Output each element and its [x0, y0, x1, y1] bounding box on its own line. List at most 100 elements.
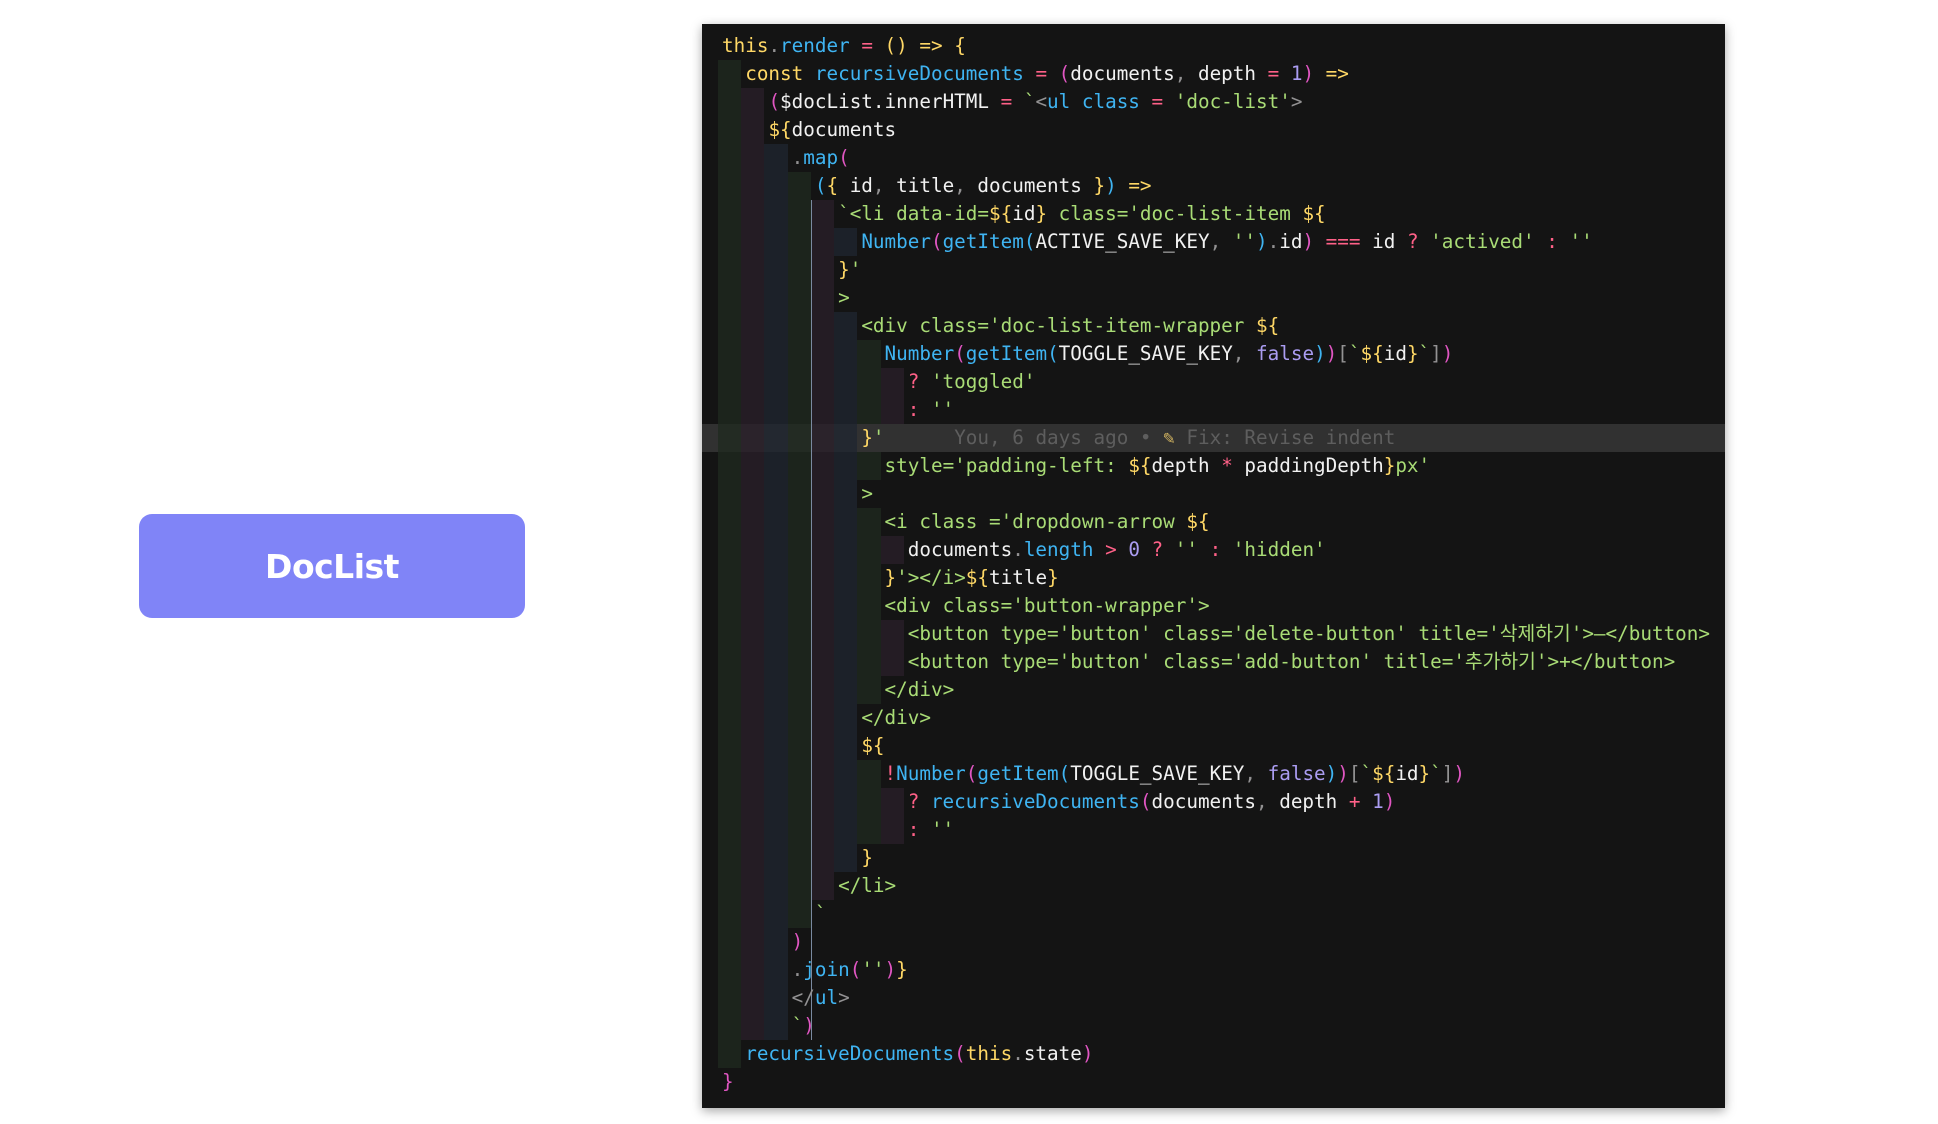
- code-token: title: [884, 174, 955, 197]
- code-token: }: [1418, 762, 1431, 785]
- code-token: length: [1023, 538, 1094, 561]
- code-line: Number(getItem(ACTIVE_SAVE_KEY, '').id) …: [722, 228, 1725, 256]
- code-token: (: [1139, 790, 1152, 813]
- code-token: recursiveDocuments: [745, 1042, 955, 1065]
- code-token: </div>: [884, 678, 955, 701]
- code-token: {: [826, 174, 839, 197]
- code-token: (: [849, 958, 862, 981]
- code-token: }: [1035, 202, 1048, 225]
- code-token: }: [884, 566, 897, 589]
- code-line: style='padding-left: ${depth * paddingDe…: [722, 452, 1725, 480]
- code-token: id: [1279, 230, 1303, 253]
- code-token: '></i>: [896, 566, 966, 589]
- code-token: ': [872, 426, 885, 449]
- code-token: 'actived': [1430, 230, 1535, 253]
- code-token: }: [861, 426, 873, 449]
- code-token: `<li data-id=: [838, 202, 990, 225]
- code-token: ,: [1209, 230, 1222, 253]
- code-line: <button type='button' class='add-button'…: [722, 648, 1725, 676]
- code-line: : '': [722, 816, 1725, 844]
- code-token: (: [1023, 230, 1036, 253]
- code-token: ): [1302, 62, 1315, 85]
- code-token: '': [930, 818, 955, 841]
- code-token: class: [1081, 90, 1140, 113]
- code-token: false: [1256, 342, 1315, 365]
- code-token: ?: [907, 790, 920, 813]
- code-token: >: [838, 986, 850, 1009]
- code-token: =>: [1128, 174, 1152, 197]
- code-token: ul: [814, 986, 839, 1009]
- code-token: 1: [1372, 790, 1384, 813]
- code-token: (: [814, 174, 827, 197]
- code-token: .: [791, 958, 804, 981]
- code-token: ===: [1325, 230, 1361, 253]
- code-token: <button type='button' class='delete-butt…: [907, 622, 1711, 645]
- code-line: }': [722, 256, 1725, 284]
- code-token: .: [1012, 538, 1024, 561]
- code-token: `: [814, 902, 827, 925]
- code-token: `: [1348, 342, 1361, 365]
- code-line: >: [722, 284, 1725, 312]
- code-token: ): [1314, 342, 1326, 365]
- code-line: ): [722, 928, 1725, 956]
- code-token: +: [1348, 790, 1361, 813]
- code-editor-panel[interactable]: this.render = () => { const recursiveDoc…: [702, 24, 1725, 1108]
- code-token: 'hidden': [1232, 538, 1326, 561]
- code-token: (: [884, 34, 897, 57]
- code-line: ($docList.innerHTML = `<ul class = 'doc-…: [722, 88, 1725, 116]
- code-token: ${: [1302, 202, 1326, 225]
- code-token: >: [1105, 538, 1117, 561]
- code-token: ?: [1151, 538, 1164, 561]
- code-token: <: [1035, 90, 1048, 113]
- code-token: '': [861, 958, 885, 981]
- doclist-button[interactable]: DocList: [139, 514, 525, 618]
- code-lines[interactable]: this.render = () => { const recursiveDoc…: [722, 32, 1725, 1096]
- code-token: *: [1221, 454, 1233, 477]
- code-token: paddingDepth: [1232, 454, 1384, 477]
- code-token: .: [791, 146, 804, 169]
- code-token: Number: [896, 762, 966, 785]
- code-token: :: [1546, 230, 1558, 253]
- code-line: documents.length > 0 ? '' : 'hidden': [722, 536, 1725, 564]
- code-token: $docList.innerHTML: [780, 90, 1001, 113]
- code-token: getItem: [942, 230, 1024, 253]
- code-token: ): [803, 1014, 815, 1037]
- code-token: >: [861, 482, 873, 505]
- code-token: 'doc-list': [1174, 90, 1291, 113]
- code-token: ): [791, 930, 804, 953]
- code-token: `: [1360, 762, 1373, 785]
- code-token: (: [838, 146, 850, 169]
- code-line: }: [722, 1068, 1725, 1096]
- code-line: .join('')}: [722, 956, 1725, 984]
- code-token: id: [838, 174, 873, 197]
- code-token: <i class ='dropdown-arrow: [884, 510, 1187, 533]
- code-token: (: [930, 230, 943, 253]
- code-line: <i class ='dropdown-arrow ${: [722, 508, 1725, 536]
